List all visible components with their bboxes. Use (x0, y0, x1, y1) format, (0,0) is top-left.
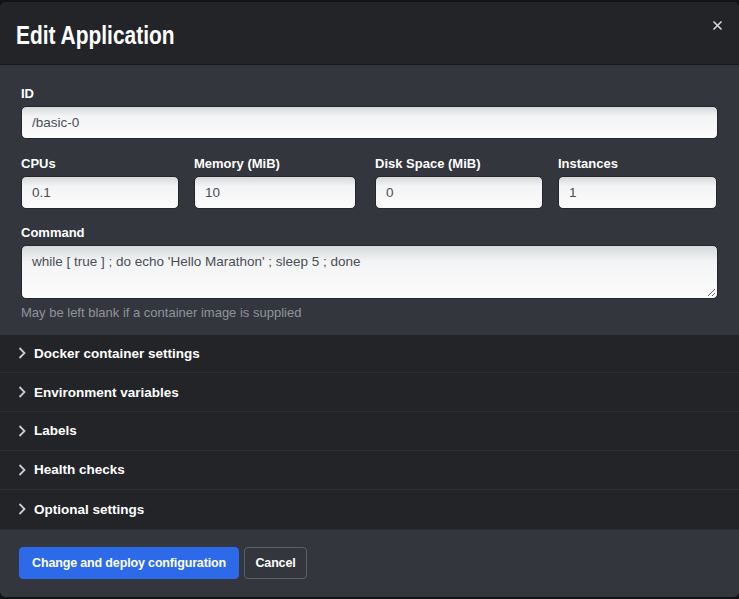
modal-title: Edit Application (16, 21, 175, 49)
edit-application-modal: Edit Application ID CPUs Memory (MiB) Di… (0, 2, 739, 597)
section-label: Optional settings (34, 502, 144, 517)
chevron-right-icon (18, 464, 26, 476)
id-label: ID (21, 85, 718, 103)
cancel-button[interactable]: Cancel (244, 547, 307, 579)
memory-input[interactable] (194, 176, 356, 209)
collapsible-sections: Docker container settings Environment va… (0, 335, 739, 530)
modal-footer: Change and deploy configuration Cancel (0, 530, 739, 597)
cpus-input[interactable] (21, 176, 179, 209)
chevron-right-icon (18, 347, 26, 359)
instances-input[interactable] (558, 176, 717, 209)
section-labels[interactable]: Labels (0, 412, 739, 451)
id-input[interactable] (21, 106, 718, 139)
memory-label: Memory (MiB) (194, 155, 356, 173)
chevron-right-icon (18, 386, 26, 398)
disk-space-label: Disk Space (MiB) (375, 155, 543, 173)
change-and-deploy-button[interactable]: Change and deploy configuration (19, 547, 239, 579)
section-label: Environment variables (34, 385, 179, 400)
cpus-label: CPUs (21, 155, 179, 173)
disk-space-input[interactable] (375, 176, 543, 209)
application-form: ID CPUs Memory (MiB) Disk Space (MiB) In… (0, 65, 739, 335)
section-optional-settings[interactable]: Optional settings (0, 490, 739, 530)
section-docker-container-settings[interactable]: Docker container settings (0, 335, 739, 374)
chevron-right-icon (18, 503, 26, 515)
close-icon (712, 20, 723, 31)
section-label: Health checks (34, 462, 125, 477)
section-label: Labels (34, 423, 77, 438)
section-health-checks[interactable]: Health checks (0, 451, 739, 490)
section-label: Docker container settings (34, 346, 200, 361)
command-help-text: May be left blank if a container image i… (21, 304, 718, 335)
section-environment-variables[interactable]: Environment variables (0, 373, 739, 412)
command-textarea[interactable]: while [ true ] ; do echo 'Hello Marathon… (21, 245, 718, 299)
command-label: Command (21, 224, 718, 242)
close-button[interactable] (708, 16, 726, 34)
chevron-right-icon (18, 425, 26, 437)
modal-header: Edit Application (0, 2, 739, 65)
instances-label: Instances (558, 155, 717, 173)
